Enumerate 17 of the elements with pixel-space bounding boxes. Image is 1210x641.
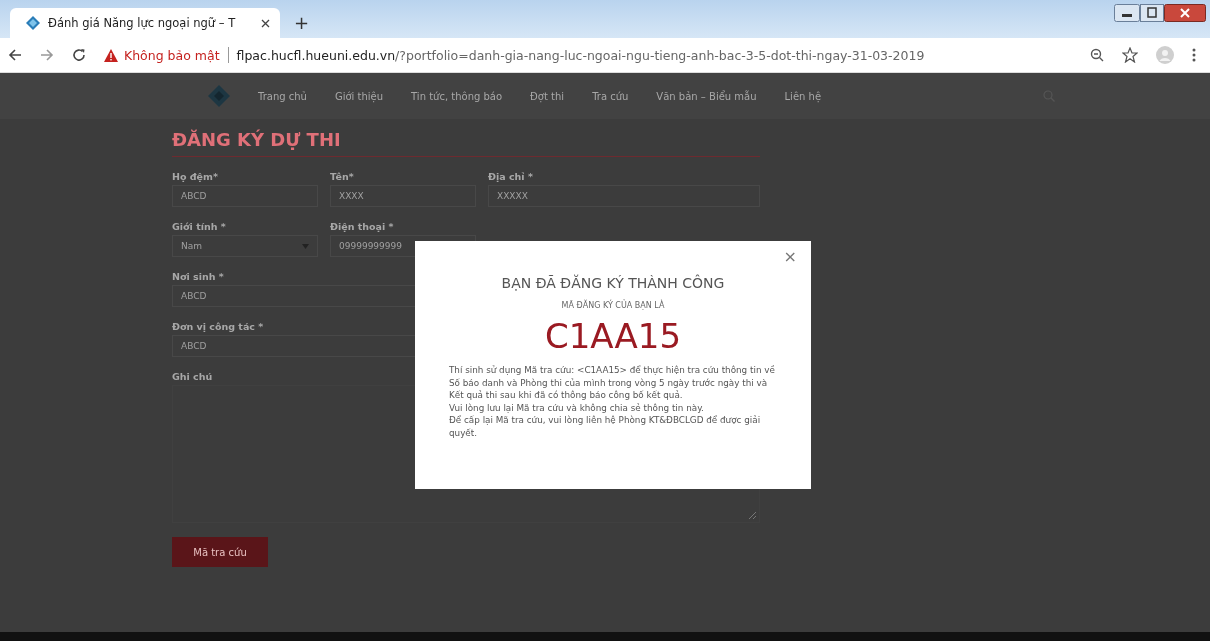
registration-code: C1AA15	[544, 316, 682, 356]
field-label: Ghi chú	[172, 371, 213, 382]
tab-title: Đánh giá Năng lực ngoại ngữ – T	[48, 16, 237, 30]
dialog-message: Thí sinh sử dụng Mã tra cứu: <C1AA15> để thực hiện tra cứu thông tin về Số báo danh và Phòng thi của mình trong vòng 5 ngày trước ngày thi và Kết quả thi sau khi đã có thông báo công bố kết quả. Vui lòng lưu lại Mã tra cứu và không chia sẻ thông tin này. Để cấp lại Mã tra cứu, vui lòng liên hệ Phòng KT&ĐBCLGD để được giải quyết.	[449, 364, 776, 439]
field-label: Tên*	[330, 171, 354, 182]
field-label: Giới tính *	[172, 221, 226, 232]
dialog-subtitle: MÃ ĐĂNG KÝ CỦA BẠN LÀ	[561, 301, 665, 310]
url-text: flpac.hucfl.hueuni.edu.vn/?portfolio=danh-gia-nang-luc-ngoai-ngu-tieng-anh-bac-3-5-dot-thi-ngay-31-03-2019	[236, 47, 925, 63]
field-label: Đơn vị công tác *	[172, 321, 264, 332]
page-heading: ĐĂNG KÝ DỰ THI	[172, 129, 760, 157]
security-warning-text: Không bảo mật	[124, 47, 220, 63]
field-label: Điện thoại *	[330, 221, 394, 232]
field-label: Địa chỉ *	[488, 171, 533, 182]
select-value: Nam	[181, 241, 202, 251]
field-label: Nơi sinh *	[172, 271, 224, 282]
dialog-title: BẠN ĐÃ ĐĂNG KÝ THÀNH CÔNG	[501, 275, 725, 291]
field-label: Họ đệm*	[172, 171, 218, 182]
